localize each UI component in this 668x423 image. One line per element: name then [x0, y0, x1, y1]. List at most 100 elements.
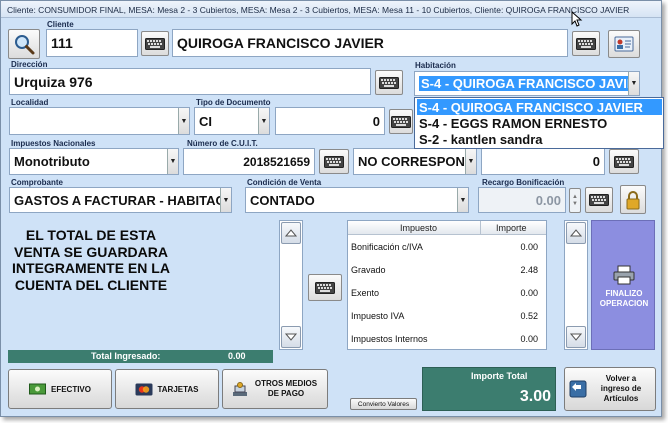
habitacion-select[interactable]: S-4 - QUIROGA FRANCISCO JAVIER ▼: [414, 71, 640, 96]
recargo-field[interactable]: 0.00: [478, 187, 566, 213]
lock-button[interactable]: [620, 185, 646, 214]
chevron-down-icon[interactable]: ▼: [628, 72, 639, 95]
scroll-down-button[interactable]: [281, 326, 301, 348]
importe-total-label: Importe Total: [471, 371, 528, 381]
convierto-valores-button[interactable]: Convierto Valores: [350, 398, 417, 410]
document-number-field[interactable]: 0: [275, 107, 385, 135]
table-row[interactable]: Bonificación c/IVA 0.00: [348, 236, 546, 258]
sale-message: EL TOTAL DE ESTA VENTA SE GUARDARA INTEG…: [12, 227, 170, 293]
cuit-field[interactable]: 2018521659: [183, 148, 315, 175]
chevron-down-icon[interactable]: ▼: [178, 108, 189, 134]
comprobante-select[interactable]: GASTOS A FACTURAR - HABITACION ▼: [9, 187, 232, 213]
localidad-select[interactable]: ▼: [9, 107, 190, 135]
dropdown-option[interactable]: S-4 - QUIROGA FRANCISCO JAVIER: [417, 99, 662, 115]
tax-name: Exento: [351, 288, 380, 298]
volver-articulos-button[interactable]: Volver a ingreso de Artículos: [564, 367, 656, 411]
total-ingresado-value: 0.00: [228, 351, 246, 361]
finalizo-label: FINALIZO OPERACION: [599, 289, 649, 308]
tax-name: Impuestos Internos: [351, 334, 428, 344]
window-title: Cliente: CONSUMIDOR FINAL, MESA: Mesa 2 …: [1, 1, 661, 18]
total-ingresado-label: Total Ingresado:: [91, 351, 161, 361]
convierto-label: Convierto Valores: [357, 400, 410, 408]
triangle-down-icon: [285, 333, 297, 341]
keyboard-button-payments[interactable]: [308, 274, 342, 301]
finalizo-operacion-button[interactable]: FINALIZO OPERACION: [591, 220, 655, 350]
keyboard-button-address[interactable]: [375, 70, 403, 95]
scroll-down-button[interactable]: [566, 326, 586, 348]
keyboard-button-document[interactable]: [389, 109, 413, 134]
tax-header-impuesto: Impuesto: [400, 223, 438, 233]
triangle-up-icon: [570, 229, 582, 237]
keyboard-button-recargo[interactable]: [585, 187, 613, 213]
habitacion-selected: S-4 - QUIROGA FRANCISCO JAVIER: [419, 76, 639, 91]
keyboard-icon: [589, 194, 609, 206]
keyboard-button-cuit[interactable]: [319, 149, 349, 174]
contact-card-icon: [614, 36, 634, 52]
column-divider: [480, 221, 481, 235]
payments-scrollbar[interactable]: [279, 220, 303, 350]
client-card-button[interactable]: [608, 30, 640, 58]
recargo-label: Recargo Bonificación: [482, 178, 565, 187]
table-row[interactable]: Gravado 2.48: [348, 259, 546, 281]
tarjetas-button[interactable]: TARJETAS: [115, 369, 219, 409]
efectivo-label: EFECTIVO: [50, 384, 91, 394]
chevron-down-icon[interactable]: ▼: [258, 108, 269, 134]
impuestos-nacionales-label: Impuestos Nacionales: [11, 139, 96, 148]
cash-icon: [28, 383, 46, 395]
otros-medios-button[interactable]: OTROS MEDIOS DE PAGO: [222, 369, 328, 409]
tax-scrollbar[interactable]: [564, 220, 588, 350]
comprobante-value: GASTOS A FACTURAR - HABITACION: [14, 192, 232, 208]
tipo-documento-label: Tipo de Documento: [196, 98, 271, 107]
keyboard-icon: [324, 155, 344, 168]
habitacion-dropdown-list: S-4 - QUIROGA FRANCISCO JAVIER S-4 - EGG…: [414, 97, 664, 149]
keyboard-icon: [379, 76, 399, 89]
client-name-field[interactable]: QUIROGA FRANCISCO JAVIER: [172, 29, 568, 57]
keyboard-icon: [576, 37, 596, 50]
scroll-up-button[interactable]: [281, 222, 301, 244]
chevron-down-icon[interactable]: ▼: [220, 188, 231, 212]
chevron-down-icon[interactable]: ▼: [167, 149, 178, 174]
tax-value: 2.48: [520, 265, 538, 275]
chevron-down-icon[interactable]: ▼: [465, 149, 476, 174]
table-row[interactable]: Impuesto IVA 0.52: [348, 305, 546, 327]
cliente-label: Cliente: [47, 20, 74, 29]
keyboard-button-code[interactable]: [141, 31, 169, 56]
tarjetas-label: TARJETAS: [157, 384, 199, 394]
tax-table: Impuesto Importe Bonificación c/IVA 0.00…: [347, 220, 547, 350]
recargo-spinner[interactable]: ▲ ▼: [569, 188, 581, 213]
search-client-button[interactable]: [8, 29, 40, 59]
tax-name: Gravado: [351, 265, 386, 275]
tax-name: Bonificación c/IVA: [351, 242, 423, 252]
condicion-iva-select[interactable]: NO CORRESPONDE ▼: [353, 148, 477, 175]
importe-total-value: 3.00: [519, 388, 551, 405]
keyboard-icon: [391, 115, 411, 128]
search-icon: [15, 35, 35, 55]
efectivo-button[interactable]: EFECTIVO: [8, 369, 112, 409]
dropdown-option[interactable]: S-4 - EGGS RAMON ERNESTO: [417, 115, 662, 131]
tax-value: 0.00: [520, 242, 538, 252]
address-field[interactable]: Urquiza 976: [9, 68, 371, 95]
mouse-cursor-icon: [571, 11, 583, 27]
credit-card-icon: [135, 383, 153, 395]
cuit-extra-number-field[interactable]: 0: [481, 148, 605, 175]
chevron-down-icon[interactable]: ▼: [457, 188, 468, 212]
keyboard-button-extra[interactable]: [609, 149, 639, 174]
triangle-up-icon: [285, 229, 297, 237]
spinner-icon: ▲ ▼: [572, 193, 578, 207]
client-code-field[interactable]: 111: [46, 29, 138, 57]
scroll-up-button[interactable]: [566, 222, 586, 244]
table-row[interactable]: Impuestos Internos 0.00: [348, 328, 546, 350]
table-row[interactable]: Exento 0.00: [348, 282, 546, 304]
comprobante-label: Comprobante: [11, 178, 63, 187]
tax-header-importe: Importe: [496, 223, 527, 233]
tax-table-header: Impuesto Importe: [348, 221, 546, 235]
dropdown-option[interactable]: S-2 - kantlen sandra: [417, 131, 662, 147]
total-ingresado-bar: Total Ingresado: 0.00: [8, 350, 273, 363]
condicion-venta-label: Condición de Venta: [247, 178, 322, 187]
tipo-documento-select[interactable]: CI ▼: [194, 107, 270, 135]
keyboard-icon: [315, 281, 335, 294]
impuestos-nacionales-select[interactable]: Monotributo ▼: [9, 148, 179, 175]
tipo-documento-value: CI: [199, 113, 212, 129]
keyboard-button-name[interactable]: [572, 31, 600, 56]
condicion-venta-select[interactable]: CONTADO ▼: [245, 187, 469, 213]
